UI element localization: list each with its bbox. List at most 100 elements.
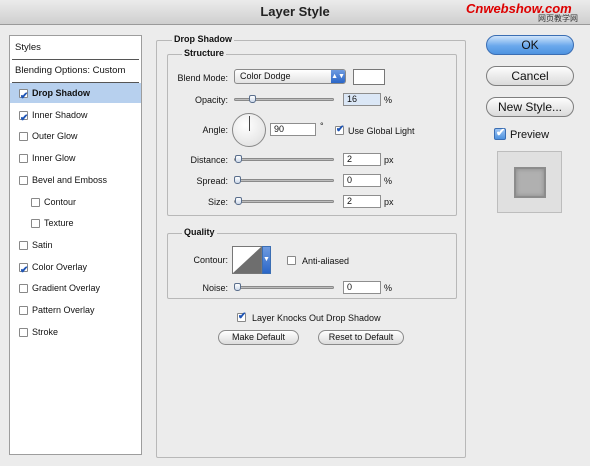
- style-item-inner-glow[interactable]: Inner Glow: [10, 148, 141, 168]
- style-item-outer-glow[interactable]: Outer Glow: [10, 126, 141, 146]
- style-item-label: Color Overlay: [32, 261, 88, 272]
- style-checkbox-contour[interactable]: [31, 197, 40, 207]
- title-bar[interactable]: Layer Style Cnwebshow.com 网页教学网: [0, 0, 590, 25]
- style-checkbox-inner-shadow[interactable]: [19, 109, 28, 129]
- distance-slider[interactable]: [234, 158, 334, 161]
- style-item-stroke[interactable]: Stroke: [10, 322, 141, 342]
- style-item-label: Drop Shadow: [32, 88, 90, 98]
- style-item-label: Outer Glow: [32, 131, 78, 142]
- angle-unit: °: [320, 121, 324, 131]
- noise-unit: %: [384, 283, 393, 293]
- distance-field[interactable]: 2: [343, 153, 381, 166]
- style-checkbox-stroke[interactable]: [19, 327, 28, 337]
- layer-knocks-out-label: Layer Knocks Out Drop Shadow: [252, 313, 381, 323]
- style-checkbox-bevel-and-emboss[interactable]: [19, 175, 28, 185]
- opacity-slider-thumb[interactable]: [248, 95, 256, 103]
- checkmark-icon: ✔: [496, 127, 506, 139]
- style-item-label: Pattern Overlay: [32, 305, 95, 315]
- cancel-button[interactable]: Cancel: [486, 66, 574, 86]
- chevron-updown-icon: ▲▼: [331, 70, 345, 83]
- use-global-light-checkbox[interactable]: [335, 124, 344, 135]
- style-item-inner-shadow[interactable]: Inner Shadow: [10, 105, 141, 129]
- noise-label: Noise:: [202, 283, 228, 293]
- contour-label: Contour:: [193, 255, 228, 265]
- style-checkbox-drop-shadow[interactable]: [19, 87, 28, 107]
- anti-aliased-label: Anti-aliased: [302, 256, 350, 266]
- style-item-label: Contour: [44, 196, 77, 207]
- new-style-button[interactable]: New Style...: [486, 97, 574, 117]
- style-item-label: Gradient Overlay: [32, 283, 101, 294]
- angle-dial-needle: [249, 116, 250, 131]
- preview-label: Preview: [510, 129, 550, 141]
- distance-label: Distance:: [190, 155, 228, 165]
- style-checkbox-pattern-overlay[interactable]: [19, 306, 28, 315]
- styles-header[interactable]: Styles: [10, 38, 141, 58]
- style-checkbox-satin[interactable]: [19, 240, 28, 250]
- contour-dropdown-arrow[interactable]: ▼: [262, 246, 271, 274]
- style-item-label: Inner Glow: [32, 153, 76, 164]
- style-item-satin[interactable]: Satin: [10, 235, 141, 255]
- blend-mode-value: Color Dodge: [240, 71, 291, 81]
- style-item-gradient-overlay[interactable]: Gradient Overlay: [10, 278, 141, 298]
- angle-dial[interactable]: [232, 113, 266, 147]
- structure-title: Structure: [182, 48, 227, 58]
- style-item-contour[interactable]: Contour: [10, 192, 141, 212]
- spread-label: Spread:: [196, 176, 228, 186]
- distance-unit: px: [384, 155, 394, 165]
- style-item-label: Satin: [32, 239, 53, 250]
- style-item-bevel-and-emboss[interactable]: Bevel and Emboss: [10, 170, 141, 190]
- opacity-label: Opacity:: [194, 95, 228, 105]
- style-checkbox-gradient-overlay[interactable]: [19, 284, 28, 294]
- watermark-subtext: 网页教学网: [538, 14, 578, 23]
- ok-button[interactable]: OK: [486, 35, 574, 55]
- style-item-pattern-overlay[interactable]: Pattern Overlay: [10, 300, 141, 320]
- spread-slider[interactable]: [234, 179, 334, 182]
- styles-header-label: Styles: [15, 42, 41, 53]
- size-unit: px: [384, 197, 394, 207]
- noise-field[interactable]: 0: [343, 281, 381, 294]
- style-item-label: Stroke: [32, 326, 59, 337]
- divider: [12, 59, 139, 60]
- style-item-label: Texture: [44, 218, 74, 229]
- style-checkbox-inner-glow[interactable]: [19, 154, 28, 164]
- contour-picker[interactable]: [232, 246, 262, 274]
- style-item-label: Inner Shadow: [32, 109, 88, 120]
- layer-style-dialog: Layer Style Cnwebshow.com 网页教学网 Styles Bl…: [0, 0, 590, 466]
- noise-slider[interactable]: [234, 286, 334, 289]
- style-item-color-overlay[interactable]: Color Overlay: [10, 257, 141, 281]
- anti-aliased-checkbox[interactable]: [287, 256, 296, 265]
- blend-mode-select[interactable]: Color Dodge ▲▼: [234, 69, 346, 84]
- spread-slider-thumb[interactable]: [234, 176, 241, 184]
- style-checkbox-texture[interactable]: [31, 219, 40, 229]
- style-checkbox-outer-glow[interactable]: [19, 132, 28, 142]
- styles-list: Styles Blending Options: Custom Drop Shado…: [9, 35, 142, 455]
- angle-field[interactable]: 90: [270, 123, 316, 136]
- shadow-color-swatch[interactable]: [353, 69, 385, 85]
- use-global-light-label: Use Global Light: [348, 126, 415, 136]
- spread-field[interactable]: 0: [343, 174, 381, 187]
- drop-shadow-title: Drop Shadow: [172, 34, 234, 44]
- contour-curve-icon: [233, 247, 261, 273]
- style-preview: [497, 151, 562, 213]
- preview-checkbox[interactable]: ✔: [494, 127, 506, 140]
- distance-slider-thumb[interactable]: [234, 155, 242, 163]
- make-default-button[interactable]: Make Default: [218, 330, 299, 345]
- angle-label: Angle:: [202, 125, 228, 135]
- blending-options-item[interactable]: Blending Options: Custom: [10, 61, 141, 81]
- style-preview-swatch: [514, 167, 546, 198]
- blending-options-label: Blending Options: Custom: [15, 65, 126, 76]
- blend-mode-label: Blend Mode:: [177, 73, 228, 83]
- style-item-drop-shadow[interactable]: Drop Shadow: [10, 83, 141, 107]
- noise-slider-thumb[interactable]: [234, 283, 241, 291]
- size-slider[interactable]: [234, 200, 334, 203]
- spread-unit: %: [384, 176, 393, 186]
- opacity-unit: %: [384, 95, 393, 105]
- style-item-texture[interactable]: Texture: [10, 213, 141, 233]
- opacity-field[interactable]: 16: [343, 93, 381, 106]
- size-field[interactable]: 2: [343, 195, 381, 208]
- size-slider-thumb[interactable]: [234, 197, 242, 205]
- style-checkbox-color-overlay[interactable]: [19, 261, 28, 281]
- quality-title: Quality: [182, 227, 217, 237]
- reset-to-default-button[interactable]: Reset to Default: [318, 330, 404, 345]
- layer-knocks-out-checkbox[interactable]: [237, 311, 246, 322]
